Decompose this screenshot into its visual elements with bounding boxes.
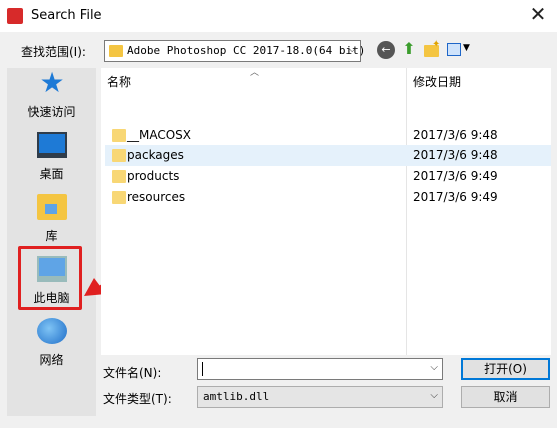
chevron-down-icon: ⌵ <box>348 44 356 55</box>
desktop-icon <box>37 132 67 158</box>
filename-input[interactable]: ⌵ <box>197 358 443 380</box>
look-in-combo[interactable]: Adobe Photoshop CC 2017-18.0(64 bit) ⌵ <box>104 40 365 62</box>
highlight-box <box>18 246 82 310</box>
filetype-combo[interactable]: amtlib.dll ⌵ <box>197 386 443 408</box>
file-name: packages <box>127 148 184 162</box>
file-row[interactable]: packages 2017/3/6 9:48 <box>105 145 551 166</box>
cancel-button[interactable]: 取消 <box>461 386 550 408</box>
text-caret <box>202 362 203 376</box>
dialog-body: 查找范围(I): Adobe Photoshop CC 2017-18.0(64… <box>0 32 557 428</box>
chevron-down-icon: ▼ <box>463 43 470 53</box>
filetype-value: amtlib.dll <box>203 390 270 403</box>
up-folder-icon: ⬆ <box>402 39 416 58</box>
chevron-down-icon[interactable]: ⌵ <box>430 362 438 373</box>
file-date: 2017/3/6 9:49 <box>413 169 498 183</box>
look-in-value: Adobe Photoshop CC 2017-18.0(64 bit) <box>127 44 366 57</box>
file-name: __MACOSX <box>127 128 192 142</box>
place-label: 网络 <box>39 353 64 367</box>
close-button[interactable]: ✕ <box>527 4 549 26</box>
file-date: 2017/3/6 9:49 <box>413 190 498 204</box>
folder-icon <box>112 129 126 142</box>
place-label: 快速访问 <box>27 105 76 119</box>
folder-icon <box>109 45 123 57</box>
file-row[interactable]: __MACOSX 2017/3/6 9:48 <box>105 125 551 146</box>
column-header-name[interactable]: 名称 <box>107 73 131 90</box>
file-name: resources <box>127 190 186 204</box>
open-button[interactable]: 打开(O) <box>461 358 550 380</box>
library-icon <box>37 194 67 220</box>
sort-up-icon: ︿ <box>250 68 260 78</box>
file-row[interactable]: resources 2017/3/6 9:49 <box>105 187 551 208</box>
sparkle-icon: ✦ <box>432 39 441 50</box>
network-icon <box>37 318 67 344</box>
place-network[interactable]: 网络 <box>7 316 96 372</box>
file-date: 2017/3/6 9:48 <box>413 128 498 142</box>
up-folder-button[interactable]: ⬆ <box>400 41 418 59</box>
back-button[interactable]: ← <box>377 41 395 59</box>
place-label: 桌面 <box>39 167 64 181</box>
look-in-label: 查找范围(I): <box>21 45 86 59</box>
window-title: Search File <box>31 8 102 23</box>
folder-icon <box>112 191 126 204</box>
place-quick-access[interactable]: ★ 快速访问 <box>7 68 96 124</box>
file-date: 2017/3/6 9:48 <box>413 148 498 162</box>
title-bar: Search File ✕ <box>0 0 557 32</box>
folder-icon <box>112 170 126 183</box>
quick-access-icon: ★ <box>39 66 65 99</box>
place-desktop[interactable]: 桌面 <box>7 130 96 186</box>
file-name: products <box>127 169 180 183</box>
column-header-date[interactable]: 修改日期 <box>413 73 461 90</box>
app-icon <box>7 8 23 24</box>
folder-icon <box>112 149 126 162</box>
filename-label: 文件名(N): <box>103 366 162 380</box>
view-menu-button[interactable]: ▼ <box>447 41 473 59</box>
chevron-down-icon: ⌵ <box>430 390 438 401</box>
filetype-label: 文件类型(T): <box>103 392 172 406</box>
file-list: ︿ 名称 修改日期 __MACOSX 2017/3/6 9:48 package… <box>101 68 551 355</box>
back-icon: ← <box>381 43 391 56</box>
view-menu-icon <box>447 43 461 56</box>
new-folder-button[interactable]: ✦ <box>423 39 441 59</box>
filename-field[interactable] <box>200 360 422 378</box>
file-row[interactable]: products 2017/3/6 9:49 <box>105 166 551 187</box>
column-divider <box>406 68 407 355</box>
